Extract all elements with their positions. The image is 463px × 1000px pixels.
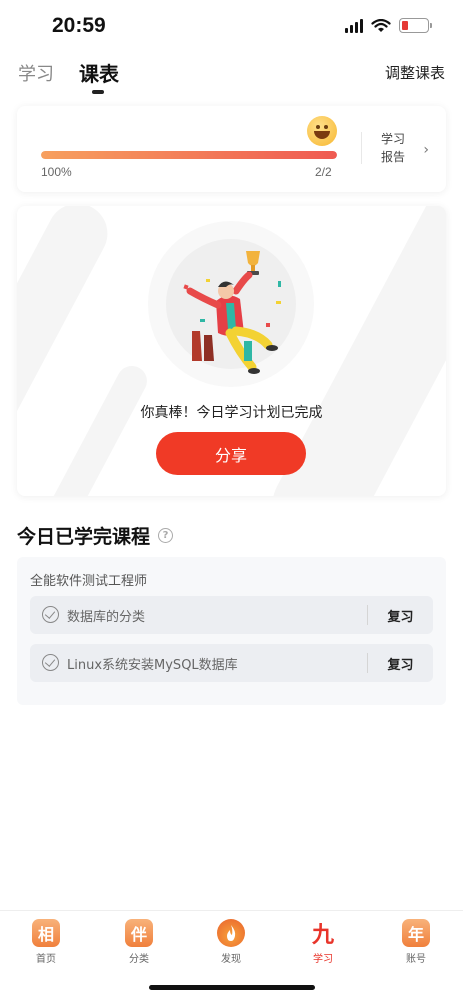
status-bar: 20:59 xyxy=(0,0,463,52)
status-icons xyxy=(345,18,432,33)
lesson-row[interactable]: Linux系统安装MySQL数据库 复习 xyxy=(30,644,433,682)
home-indicator xyxy=(149,985,315,990)
progress-card: 100% 2/2 学习报告 › xyxy=(17,106,446,192)
completed-courses-title: 今日已学完课程 ? xyxy=(17,522,174,549)
study-icon: 九 xyxy=(309,919,337,948)
check-circle-icon xyxy=(42,654,59,671)
fire-icon xyxy=(217,919,245,947)
nav-item-study[interactable]: 九 学习 xyxy=(293,919,353,965)
nav-label: 账号 xyxy=(406,954,426,965)
status-time: 20:59 xyxy=(52,14,106,37)
review-button[interactable]: 复习 xyxy=(368,596,433,634)
lesson-row[interactable]: 数据库的分类 复习 xyxy=(30,596,433,634)
nav-item-discover[interactable]: 发现 xyxy=(201,919,261,965)
lesson-title: Linux系统安装MySQL数据库 xyxy=(67,658,238,673)
plan-complete-card: 你真棒！今日学习计划已完成 分享 xyxy=(17,206,446,496)
tab-schedule[interactable]: 课表 xyxy=(79,58,119,87)
category-icon: 伴 xyxy=(125,919,153,947)
chevron-right-icon: › xyxy=(423,142,429,158)
help-icon[interactable]: ? xyxy=(158,528,174,543)
progress-bar-fill xyxy=(41,151,337,159)
account-icon: 年 xyxy=(402,919,430,947)
nav-label: 分类 xyxy=(129,954,149,965)
progress-bar xyxy=(41,151,337,159)
review-button[interactable]: 复习 xyxy=(368,644,433,682)
nav-item-category[interactable]: 伴 分类 xyxy=(109,919,169,965)
share-button[interactable]: 分享 xyxy=(156,432,306,475)
completed-course-panel: 全能软件测试工程师 数据库的分类 复习 Linux系统安装MySQL数据库 复习 xyxy=(17,557,446,705)
progress-count: 2/2 xyxy=(315,165,332,179)
nav-item-account[interactable]: 年 账号 xyxy=(386,919,446,965)
check-circle-icon xyxy=(42,606,59,623)
celebration-illustration xyxy=(148,221,314,387)
nav-label: 学习 xyxy=(313,954,333,965)
divider xyxy=(361,132,362,164)
cellular-signal-icon xyxy=(345,18,363,33)
course-name: 全能软件测试工程师 xyxy=(30,574,148,589)
nav-item-home[interactable]: 相 首页 xyxy=(16,919,76,965)
wifi-icon xyxy=(371,18,391,32)
grinning-face-icon xyxy=(307,116,337,146)
tab-study[interactable]: 学习 xyxy=(18,60,54,86)
lesson-title: 数据库的分类 xyxy=(67,610,146,625)
study-report-label: 学习报告 xyxy=(381,132,406,164)
completed-courses-title-text: 今日已学完课程 xyxy=(17,526,151,548)
battery-low-icon xyxy=(399,18,432,33)
study-report-link[interactable]: 学习报告 › xyxy=(381,130,429,170)
progress-percent: 100% xyxy=(41,165,72,179)
active-tab-indicator xyxy=(92,90,104,94)
nav-label: 发现 xyxy=(221,954,241,965)
header: 学习 课表 调整课表 xyxy=(0,52,463,100)
adjust-schedule-link[interactable]: 调整课表 xyxy=(385,62,445,83)
plan-complete-message: 你真棒！今日学习计划已完成 xyxy=(140,405,323,421)
home-icon: 相 xyxy=(32,919,60,947)
nav-label: 首页 xyxy=(36,954,56,965)
